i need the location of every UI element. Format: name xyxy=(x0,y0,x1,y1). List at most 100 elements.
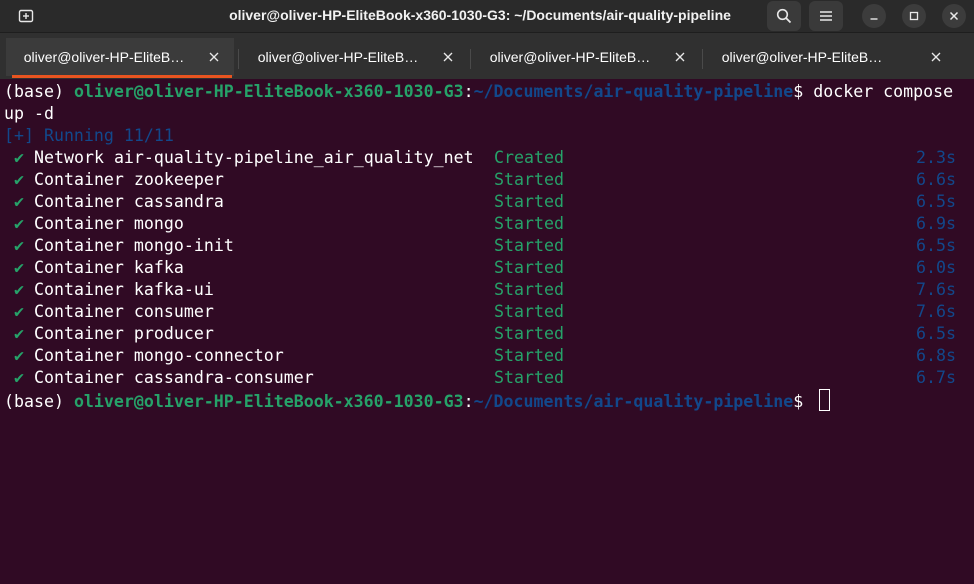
tab-close-icon[interactable] xyxy=(930,51,942,63)
tab-4[interactable]: oliver@oliver-HP-EliteB… xyxy=(704,38,948,76)
entry-status: Created xyxy=(494,148,564,167)
minimize-button[interactable] xyxy=(862,4,886,28)
tab-close-icon[interactable] xyxy=(674,51,686,63)
tab-3[interactable]: oliver@oliver-HP-EliteB… xyxy=(472,38,700,76)
entry-kind: Container xyxy=(34,236,124,255)
tab-label: oliver@oliver-HP-EliteB… xyxy=(721,49,883,65)
maximize-icon xyxy=(909,11,919,21)
text-cursor[interactable] xyxy=(819,389,831,411)
command-text: docker compose xyxy=(813,82,954,101)
command-text-wrapped: up -d xyxy=(4,104,54,123)
entry-row: ✔ Container mongo-connector Started 6.8s xyxy=(4,345,970,367)
entry-row: ✔ Container zookeeper Started 6.6s xyxy=(4,169,970,191)
entry-time: 6.5s xyxy=(916,192,956,211)
prompt-user: oliver@oliver-HP-EliteBook-x360-1030-G3 xyxy=(73,392,464,411)
tab-divider xyxy=(702,49,703,69)
tab-close-icon[interactable] xyxy=(442,51,454,63)
entry-kind: Container xyxy=(34,346,124,365)
entry-time: 7.6s xyxy=(916,302,956,321)
entry-name: mongo xyxy=(133,214,184,233)
entry-status: Started xyxy=(494,280,564,299)
prompt-separator: : xyxy=(463,82,474,101)
entry-time: 2.3s xyxy=(916,148,956,167)
entry-row: ✔ Container mongo-init Started 6.5s xyxy=(4,235,970,257)
new-tab-button[interactable] xyxy=(8,2,44,30)
entry-name: producer xyxy=(133,324,214,343)
entry-kind: Container xyxy=(34,324,124,343)
prompt-path: ~/Documents/air-quality-pipeline xyxy=(473,82,794,101)
terminal-window: oliver@oliver-HP-EliteBook-x360-1030-G3:… xyxy=(0,0,974,584)
entries-list: ✔ Network air-quality-pipeline_air_quali… xyxy=(4,147,970,389)
running-status: [+] Running 11/11 xyxy=(4,126,174,145)
tab-1[interactable]: oliver@oliver-HP-EliteB… xyxy=(6,38,234,78)
check-icon: ✔ xyxy=(14,214,24,233)
entry-name: mongo-init xyxy=(133,236,234,255)
tab-close-icon[interactable] xyxy=(208,51,220,63)
check-icon: ✔ xyxy=(14,324,24,343)
entry-row: ✔ Container kafka-ui Started 7.6s xyxy=(4,279,970,301)
tab-label: oliver@oliver-HP-EliteB… xyxy=(23,49,185,65)
prompt-line: (base) oliver@oliver-HP-EliteBook-x360-1… xyxy=(4,389,970,411)
entry-status: Started xyxy=(494,324,564,343)
prompt-path: ~/Documents/air-quality-pipeline xyxy=(473,392,794,411)
entry-row: ✔ Container consumer Started 7.6s xyxy=(4,301,970,323)
check-icon: ✔ xyxy=(14,236,24,255)
entry-time: 6.8s xyxy=(916,346,956,365)
entry-status: Started xyxy=(494,236,564,255)
entry-row: ✔ Container cassandra-consumer Started 6.7… xyxy=(4,367,970,389)
prompt-separator: : xyxy=(463,392,474,411)
window-title: oliver@oliver-HP-EliteBook-x360-1030-G3:… xyxy=(229,7,731,23)
close-button[interactable] xyxy=(942,4,966,28)
tab-2[interactable]: oliver@oliver-HP-EliteB… xyxy=(240,38,468,76)
entry-kind: Container xyxy=(34,170,124,189)
entry-time: 7.6s xyxy=(916,280,956,299)
new-tab-icon xyxy=(18,9,34,23)
entry-kind: Network xyxy=(34,148,104,167)
header-bar: oliver@oliver-HP-EliteBook-x360-1030-G3:… xyxy=(0,0,974,33)
entry-kind: Container xyxy=(34,368,124,387)
entry-status: Started xyxy=(494,368,564,387)
check-icon: ✔ xyxy=(14,346,24,365)
active-tab-indicator xyxy=(12,75,232,78)
entry-time: 6.5s xyxy=(916,236,956,255)
entry-row: ✔ Container mongo Started 6.9s xyxy=(4,213,970,235)
prompt-env: (base) xyxy=(4,392,74,411)
menu-button[interactable] xyxy=(809,1,843,31)
entry-name: air-quality-pipeline_air_quality_net xyxy=(113,148,474,167)
minimize-icon xyxy=(870,18,878,20)
entry-name: kafka xyxy=(133,258,184,277)
entry-status: Started xyxy=(494,170,564,189)
prompt-env: (base) xyxy=(4,82,74,101)
check-icon: ✔ xyxy=(14,148,24,167)
entry-time: 6.7s xyxy=(916,368,956,387)
close-icon xyxy=(949,11,959,21)
entry-time: 6.0s xyxy=(916,258,956,277)
entry-time: 6.6s xyxy=(916,170,956,189)
entry-name: consumer xyxy=(133,302,214,321)
hamburger-menu-icon xyxy=(820,11,832,21)
entry-status: Started xyxy=(494,214,564,233)
command-wrap-line: up -d xyxy=(4,103,970,125)
maximize-button[interactable] xyxy=(902,4,926,28)
prompt-dollar: $ xyxy=(793,392,814,411)
entry-name: mongo-connector xyxy=(133,346,284,365)
check-icon: ✔ xyxy=(14,192,24,211)
tab-bar: oliver@oliver-HP-EliteB… oliver@oliver-H… xyxy=(0,33,974,79)
entry-row: ✔ Container cassandra Started 6.5s xyxy=(4,191,970,213)
tab-label: oliver@oliver-HP-EliteB… xyxy=(257,49,419,65)
terminal-output[interactable]: (base) oliver@oliver-HP-EliteBook-x360-1… xyxy=(4,81,970,581)
entry-kind: Container xyxy=(34,192,124,211)
tab-divider xyxy=(470,49,471,69)
entry-time: 6.5s xyxy=(916,324,956,343)
entry-row: ✔ Network air-quality-pipeline_air_quali… xyxy=(4,147,970,169)
entry-name: kafka-ui xyxy=(133,280,214,299)
command-line: (base) oliver@oliver-HP-EliteBook-x360-1… xyxy=(4,81,970,103)
entry-kind: Container xyxy=(34,280,124,299)
entry-status: Started xyxy=(494,192,564,211)
check-icon: ✔ xyxy=(14,368,24,387)
search-button[interactable] xyxy=(767,1,801,31)
tab-divider xyxy=(238,49,239,69)
entry-status: Started xyxy=(494,346,564,365)
entry-row: ✔ Container kafka Started 6.0s xyxy=(4,257,970,279)
check-icon: ✔ xyxy=(14,280,24,299)
